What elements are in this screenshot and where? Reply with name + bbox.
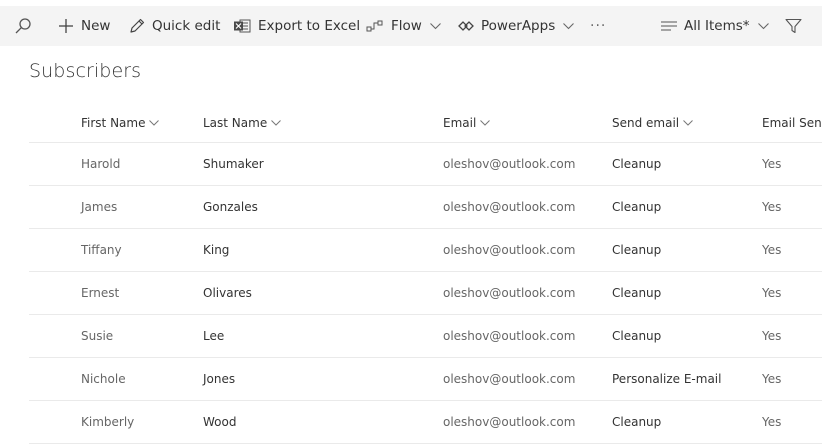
view-chevron-down-icon — [757, 22, 769, 29]
cell-email: oleshov@outlook.com — [443, 157, 576, 171]
table-row[interactable]: Ernest Olivares oleshov@outlook.com Clea… — [29, 272, 822, 315]
flow-chevron-down-icon — [429, 22, 441, 29]
column-header-send-email[interactable]: Send email — [612, 104, 693, 142]
cell-last-name: Wood — [203, 415, 237, 429]
filter-button[interactable] — [785, 6, 802, 46]
cell-email-sent: Yes — [762, 372, 782, 386]
cell-email-sent: Yes — [762, 286, 782, 300]
sort-chevron-down-icon — [271, 120, 282, 126]
cell-email-sent: Yes — [762, 157, 782, 171]
view-label: All Items* — [684, 18, 750, 34]
cell-email: oleshov@outlook.com — [443, 372, 576, 386]
cell-first-name: Susie — [81, 329, 114, 343]
cell-last-name: Gonzales — [203, 200, 258, 214]
table-row[interactable]: Kimberly Wood oleshov@outlook.com Cleanu… — [29, 401, 822, 444]
powerapps-chevron-down-icon — [563, 22, 575, 29]
cell-email: oleshov@outlook.com — [443, 286, 576, 300]
new-label: New — [81, 18, 111, 34]
cell-email-sent: Yes — [762, 329, 782, 343]
cell-email-sent: Yes — [762, 415, 782, 429]
cell-email: oleshov@outlook.com — [443, 415, 576, 429]
cell-email-sent: Yes — [762, 200, 782, 214]
sort-chevron-down-icon — [683, 120, 693, 126]
quick-edit-button[interactable]: Quick edit — [129, 6, 220, 46]
table-header: First Name Last Name Email Send email Em… — [29, 104, 822, 143]
cell-email: oleshov@outlook.com — [443, 243, 576, 257]
page-title: Subscribers — [29, 60, 142, 82]
table-row[interactable]: Susie Lee oleshov@outlook.com Cleanup Ye… — [29, 315, 822, 358]
more-options-icon: ··· — [590, 18, 607, 34]
table-row[interactable]: James Gonzales oleshov@outlook.com Clean… — [29, 186, 822, 229]
column-header-label: Last Name — [203, 116, 268, 130]
new-button[interactable]: New — [58, 6, 110, 46]
cell-first-name: Harold — [81, 157, 121, 171]
column-header-label: Email Sent — [762, 116, 822, 130]
export-to-excel-label: Export to Excel — [258, 18, 361, 34]
list-table: First Name Last Name Email Send email Em… — [29, 104, 822, 444]
table-row[interactable]: Tiffany King oleshov@outlook.com Cleanup… — [29, 229, 822, 272]
sort-chevron-down-icon — [149, 120, 160, 126]
sort-chevron-down-icon — [480, 120, 491, 126]
cell-send-email: Cleanup — [612, 157, 662, 171]
cell-last-name: Shumaker — [203, 157, 264, 171]
column-header-label: Send email — [612, 116, 680, 130]
pencil-icon — [130, 18, 145, 33]
cell-first-name: Tiffany — [81, 243, 122, 257]
cell-first-name: Kimberly — [81, 415, 135, 429]
filter-icon — [785, 18, 802, 34]
column-header-last-name[interactable]: Last Name — [203, 104, 282, 142]
column-header-label: First Name — [81, 116, 146, 130]
table-row[interactable]: Nichole Jones oleshov@outlook.com Person… — [29, 358, 822, 401]
cell-last-name: Lee — [203, 329, 225, 343]
cell-email: oleshov@outlook.com — [443, 329, 576, 343]
column-header-label: Email — [443, 116, 477, 130]
powerapps-button[interactable]: PowerApps — [458, 6, 575, 46]
column-header-email[interactable]: Email — [443, 104, 491, 142]
cell-send-email: Cleanup — [612, 286, 662, 300]
flow-label: Flow — [391, 18, 422, 34]
view-selector[interactable]: All Items* — [661, 6, 769, 46]
cell-last-name: Olivares — [203, 286, 252, 300]
cell-send-email: Personalize E-mail — [612, 372, 722, 386]
flow-button[interactable]: Flow — [366, 6, 441, 46]
cell-email-sent: Yes — [762, 243, 782, 257]
command-bar: New Quick edit Export to Excel Flow Powe… — [0, 6, 822, 46]
quick-edit-label: Quick edit — [152, 18, 221, 34]
powerapps-label: PowerApps — [481, 18, 556, 34]
cell-send-email: Cleanup — [612, 415, 662, 429]
search-button[interactable] — [14, 6, 32, 46]
cell-first-name: James — [81, 200, 118, 214]
powerapps-icon — [458, 21, 474, 31]
cell-first-name: Ernest — [81, 286, 120, 300]
cell-send-email: Cleanup — [612, 200, 662, 214]
column-header-first-name[interactable]: First Name — [81, 104, 160, 142]
cell-email: oleshov@outlook.com — [443, 200, 576, 214]
column-header-email-sent[interactable]: Email Sent — [762, 104, 822, 142]
cell-last-name: King — [203, 243, 230, 257]
cell-first-name: Nichole — [81, 372, 126, 386]
flow-icon — [366, 20, 383, 32]
cell-send-email: Cleanup — [612, 243, 662, 257]
export-to-excel-button[interactable]: Export to Excel — [233, 6, 360, 46]
cell-last-name: Jones — [203, 372, 236, 386]
plus-icon — [59, 19, 73, 33]
search-icon — [15, 18, 31, 34]
more-options-button[interactable]: ··· — [590, 6, 606, 46]
view-lines-icon — [661, 21, 677, 31]
table-row[interactable]: Harold Shumaker oleshov@outlook.com Clea… — [29, 143, 822, 186]
excel-icon — [234, 19, 251, 33]
cell-send-email: Cleanup — [612, 329, 662, 343]
